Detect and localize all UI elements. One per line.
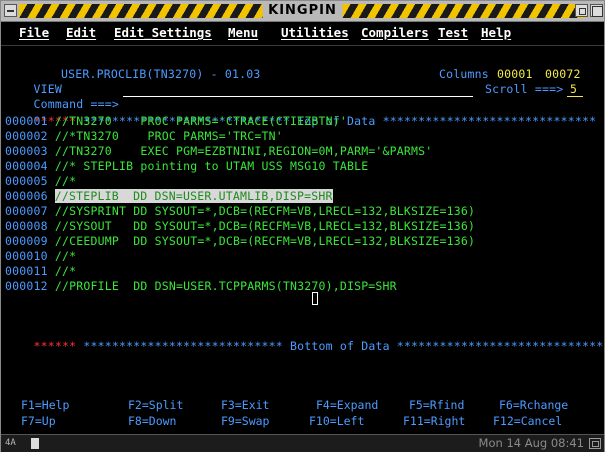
bottom-line-prefix: ******	[33, 339, 77, 353]
line-text[interactable]: //*	[48, 174, 77, 188]
scroll-input-underline	[567, 96, 583, 97]
columns-to: 00072	[545, 67, 581, 81]
window-restore-icon[interactable]	[589, 438, 601, 449]
pfkey-f5[interactable]: F5=Rfind	[409, 398, 464, 413]
command-input-underline	[123, 96, 473, 97]
bottom-of-data-row: ****** **************************** Bott…	[5, 324, 604, 353]
line-text[interactable]: //CEEDUMP DD SYSOUT=*,DCB=(RECFM=VB,LREC…	[48, 234, 475, 248]
line-number: 000002	[5, 129, 48, 143]
oia-indicator-icon: 4A	[5, 438, 16, 448]
source-line: 000011 //*	[5, 264, 76, 279]
line-number: 000012	[5, 279, 48, 293]
pfkey-f8[interactable]: F8=Down	[128, 414, 176, 429]
source-line: 000007 //SYSPRINT DD SYSOUT=*,DCB=(RECFM…	[5, 204, 475, 219]
terminal-window: KINGPIN File Edit Edit_Settings Menu Uti…	[0, 0, 605, 452]
pfkey-f7[interactable]: F7=Up	[21, 414, 56, 429]
pfkey-f10[interactable]: F10=Left	[309, 414, 364, 429]
source-line: 000001 //TN3270 PROC PARMS='CTRACE(CTIEZ…	[5, 114, 347, 129]
header-row: VIEW USER.PROCLIB(TN3270) - 01.03 Column…	[5, 67, 601, 96]
status-datetime: Mon 14 Aug 08:41	[478, 436, 584, 450]
line-text[interactable]: //SYSPRINT DD SYSOUT=*,DCB=(RECFM=VB,LRE…	[48, 204, 475, 218]
line-number: 000009	[5, 234, 48, 248]
title-bar[interactable]: KINGPIN	[1, 1, 604, 22]
menu-file[interactable]: File	[19, 22, 49, 44]
pfkey-f2[interactable]: F2=Split	[128, 398, 183, 413]
menu-help[interactable]: Help	[481, 22, 511, 44]
menu-edit-settings[interactable]: Edit_Settings	[114, 22, 212, 44]
line-text[interactable]: //PROFILE DD DSN=USER.TCPPARMS(TN3270),D…	[48, 279, 397, 293]
source-line: 000002 //*TN3270 PROC PARMS='TRC=TN'	[5, 129, 283, 144]
window-menu-icon[interactable]	[4, 4, 17, 17]
line-text[interactable]: //*	[48, 264, 77, 278]
oia-cursor-block	[31, 438, 39, 449]
menu-separator	[1, 45, 604, 46]
menu-compilers[interactable]: Compilers	[361, 22, 429, 44]
scroll-label: Scroll ===>	[485, 82, 564, 96]
line-text-highlighted[interactable]: //STEPLIB DD DSN=USER.UTAMLIB,DISP=SHR	[54, 189, 333, 203]
columns-from: 00001	[497, 67, 533, 81]
pfkey-f11[interactable]: F11=Right	[403, 414, 465, 429]
menu-utilities[interactable]: Utilities	[281, 22, 349, 44]
top-of-data-row: ****** ***************************** Top…	[5, 99, 597, 128]
line-number: 000011	[5, 264, 48, 278]
line-number: 000007	[5, 204, 48, 218]
dataset-name: USER.PROCLIB(TN3270) - 01.03	[61, 67, 261, 81]
line-text[interactable]: //SYSOUT DD SYSOUT=*,DCB=(RECFM=VB,LRECL…	[48, 219, 475, 233]
command-row: Command ===> Scroll ===> 5	[5, 82, 601, 111]
line-text[interactable]: //TN3270 PROC PARMS='CTRACE(CTIEZBTN)'	[48, 114, 347, 128]
line-text[interactable]: //* STEPLIB pointing to UTAM USS MSG10 T…	[48, 159, 369, 173]
source-line: 000009 //CEEDUMP DD SYSOUT=*,DCB=(RECFM=…	[5, 234, 475, 249]
source-line: 000003 //TN3270 EXEC PGM=EZBTNINI,REGION…	[5, 144, 432, 159]
source-line: 000004 //* STEPLIB pointing to UTAM USS …	[5, 159, 368, 174]
source-line: 000010 //*	[5, 249, 76, 264]
minimize-icon[interactable]	[575, 4, 588, 17]
pfkey-f4[interactable]: F4=Expand	[316, 398, 378, 413]
line-number: 000004	[5, 159, 48, 173]
source-line: 000006 //STEPLIB DD DSN=USER.UTAMLIB,DISP…	[5, 189, 333, 204]
menu-menu[interactable]: Menu	[228, 22, 258, 44]
pfkey-f9[interactable]: F9=Swap	[221, 414, 269, 429]
bottom-of-data-marker: **************************** Bottom of D…	[76, 339, 604, 353]
line-text[interactable]: //*	[48, 249, 77, 263]
source-line: 000012 //PROFILE DD DSN=USER.TCPPARMS(TN…	[5, 279, 397, 294]
text-cursor	[312, 292, 318, 305]
source-line: 000008 //SYSOUT DD SYSOUT=*,DCB=(RECFM=V…	[5, 219, 475, 234]
pfkey-f1[interactable]: F1=Help	[21, 398, 69, 413]
line-number: 000001	[5, 114, 48, 128]
line-number: 000008	[5, 219, 48, 233]
menu-test[interactable]: Test	[438, 22, 468, 44]
window-title: KINGPIN	[262, 1, 343, 21]
source-line: 000005 //*	[5, 174, 76, 189]
pfkey-f12[interactable]: F12=Cancel	[493, 414, 562, 429]
menu-edit[interactable]: Edit	[66, 22, 96, 44]
columns-label: Columns	[439, 67, 489, 81]
line-number: 000006	[5, 189, 48, 203]
line-text[interactable]: //TN3270 EXEC PGM=EZBTNINI,REGION=0M,PAR…	[48, 144, 433, 158]
menu-bar: File Edit Edit_Settings Menu Utilities C…	[1, 22, 604, 44]
line-number: 000010	[5, 249, 48, 263]
status-bar: 4A Mon 14 Aug 08:41	[1, 434, 604, 452]
pfkey-f3[interactable]: F3=Exit	[221, 398, 269, 413]
line-text[interactable]: //*TN3270 PROC PARMS='TRC=TN'	[48, 129, 283, 143]
maximize-icon[interactable]	[590, 4, 603, 17]
pfkey-f6[interactable]: F6=Rchange	[499, 398, 568, 413]
line-number: 000005	[5, 174, 48, 188]
line-number: 000003	[5, 144, 48, 158]
scroll-input[interactable]: 5	[570, 82, 577, 97]
